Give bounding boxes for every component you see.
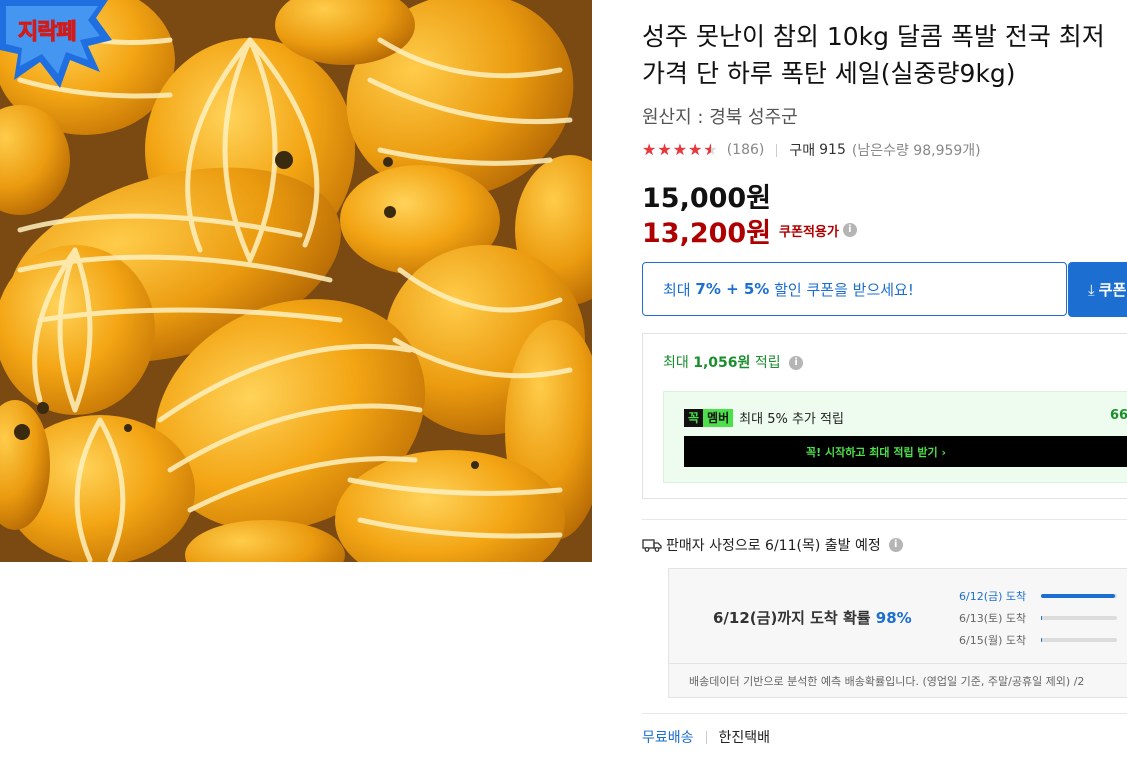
arrival-prefix: 6/12(금)까지 도착 확률 [713, 609, 871, 627]
brand-logo-text: 지락페 [18, 20, 78, 46]
coupon-prefix: 최대 [663, 280, 691, 299]
coupon-banner[interactable]: 최대 7% + 5% 할인 쿠폰을 받으세요! [642, 262, 1067, 316]
star-rating[interactable]: ★★★★★ ★★★★★ [642, 140, 719, 160]
membership-text: 최대 5% 추가 적립 [739, 412, 844, 427]
reward-max: 최대 1,056원 적립 i [663, 352, 804, 372]
arrival-probability-bar-fill [1041, 594, 1116, 598]
arrival-footnote: 배송데이터 기반으로 분석한 예측 배송확률입니다. (영업일 기준, 주말/공… [669, 663, 1127, 698]
membership-panel: 꼭 멤버 최대 5% 추가 적립 66 꼭! 시작하고 최대 적립 받기 › [663, 391, 1127, 483]
arrival-probability-bar [1041, 616, 1117, 620]
truck-icon [642, 539, 662, 552]
arrival-probability-bar [1041, 638, 1117, 642]
shipping-notice-text: 판매자 사정으로 6/11(목) 출발 예정 [666, 538, 881, 554]
membership-badge: 꼭 멤버 [684, 408, 734, 427]
arrival-date: 6/15(월) 도착 [959, 634, 1027, 647]
arrival-probability: 6/12(금)까지 도착 확률 98% [713, 607, 912, 628]
product-info-panel: 성주 못난이 참외 10kg 달콤 폭발 전국 최저 가격 단 하루 폭탄 세일… [642, 0, 1127, 758]
original-price: 15,000원 [642, 183, 772, 214]
divider [705, 730, 707, 744]
info-icon[interactable]: i [888, 538, 903, 552]
product-title: 성주 못난이 참외 10kg 달콤 폭발 전국 최저 가격 단 하루 폭탄 세일… [642, 18, 1127, 92]
arrival-day-item: 6/15(월) 도착 [959, 629, 1127, 651]
origin-label: 원산지 : [642, 107, 704, 128]
coupon-discount: 7% + 5% [695, 280, 770, 298]
purchase-label: 구매 [789, 143, 816, 159]
coupon-price-label: 쿠폰적용가 [779, 224, 839, 240]
sale-price: 13,200원 [642, 217, 772, 249]
brand-logo-badge: 지락페 [0, 0, 112, 90]
arrival-day-item: 6/13(토) 도착 [959, 607, 1127, 629]
star-rating-filled-icon: ★★★★★ [642, 140, 712, 159]
arrival-date: 6/13(토) 도착 [959, 612, 1027, 625]
carrier-name: 한진택배 [718, 730, 771, 746]
product-title-line2: 가격 단 하루 폭탄 세일(실중량9kg) [642, 59, 1016, 88]
membership-signup-button[interactable]: 꼭! 시작하고 최대 적립 받기 › [684, 436, 1127, 467]
sale-price-row: 13,200원 쿠폰적용가 i [642, 212, 857, 249]
membership-amount: 66 [1110, 408, 1127, 423]
origin-info: 원산지 : 경북 성주군 [642, 103, 798, 129]
arrival-day-list: 6/12(금) 도착 6/13(토) 도착 6/15(월) 도착 [959, 585, 1127, 651]
arrival-date: 6/12(금) 도착 [959, 590, 1027, 603]
reward-box: 최대 1,056원 적립 i 꼭 멤버 최대 5% 추가 적립 66 꼭! 시작하… [642, 333, 1127, 499]
product-image[interactable]: 지락페 [0, 0, 592, 562]
shipping-notice: 판매자 사정으로 6/11(목) 출발 예정 i [642, 535, 903, 555]
rating-row: ★★★★★ ★★★★★ (186) 구매 915 (남은수량 98,959개) [642, 140, 981, 160]
coupon-download-button[interactable]: ⤓ 쿠폰 [1068, 262, 1127, 317]
membership-badge-dark: 꼭 [684, 408, 704, 427]
arrival-probability-bar [1041, 594, 1117, 598]
membership-badge-green: 멤버 [703, 408, 734, 427]
coupon-button-label: 쿠폰 [1098, 281, 1127, 299]
product-title-line1: 성주 못난이 참외 10kg 달콤 폭발 전국 최저 [642, 22, 1105, 51]
free-shipping-label: 무료배송 [642, 730, 694, 746]
coupon-suffix: 할인 쿠폰을 받으세요! [774, 280, 914, 299]
review-count[interactable]: (186) [727, 142, 765, 158]
arrival-day-item: 6/12(금) 도착 [959, 585, 1127, 607]
origin-value: 경북 성주군 [709, 107, 798, 128]
reward-suffix: 적립 [754, 355, 781, 371]
arrival-percent: 98% [875, 609, 912, 627]
arrival-probability-bar-fill [1041, 638, 1042, 642]
info-icon[interactable]: i [789, 356, 804, 370]
divider [642, 713, 1127, 714]
reward-amount: 1,056원 [693, 355, 751, 371]
delivery-info: 무료배송 한진택배 [642, 727, 770, 747]
info-icon[interactable]: i [842, 223, 857, 237]
membership-row: 꼭 멤버 최대 5% 추가 적립 [684, 408, 844, 427]
download-icon: ⤓ [1088, 280, 1095, 299]
stock-remaining: (남은수량 98,959개) [851, 143, 981, 159]
divider [776, 143, 778, 157]
arrival-probability-box: 6/12(금)까지 도착 확률 98% 6/12(금) 도착 6/13(토) 도착… [668, 568, 1127, 698]
purchase-count: 915 [819, 142, 846, 158]
divider [642, 519, 1127, 520]
arrival-probability-bar-fill [1041, 616, 1042, 620]
reward-prefix: 최대 [663, 355, 689, 371]
